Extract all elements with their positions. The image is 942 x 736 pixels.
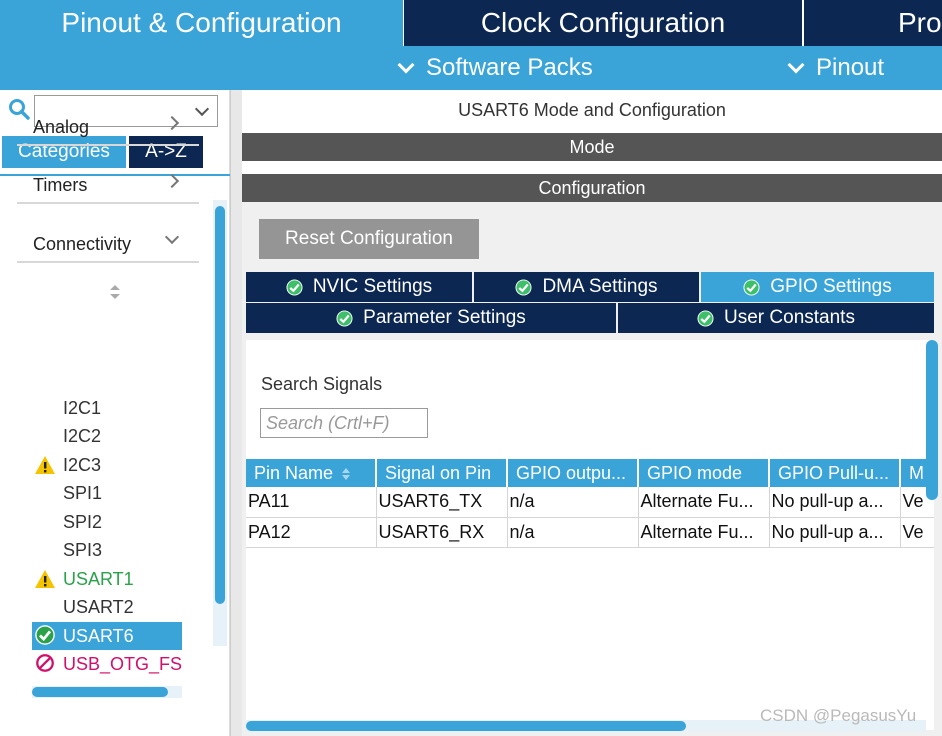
- tab-label: Parameter Settings: [363, 307, 526, 328]
- gpio-table: Pin Name Signal on Pin GPIO outpu... GPI…: [246, 459, 934, 548]
- table-cell: n/a: [507, 517, 639, 548]
- peripheral-label: USB_OTG_FS: [63, 654, 183, 674]
- peripheral-i2c1[interactable]: I2C1: [32, 394, 182, 422]
- tab-project-manager[interactable]: Pro: [804, 0, 942, 46]
- tab-parameter-settings[interactable]: Parameter Settings: [246, 303, 616, 333]
- tab-gpio-settings[interactable]: GPIO Settings: [701, 272, 934, 302]
- pinout-menu-label: Pinout: [816, 54, 885, 81]
- tab-label: GPIO Settings: [770, 276, 892, 297]
- check-circle-icon: [515, 278, 532, 296]
- software-packs-menu[interactable]: Software Packs: [397, 46, 593, 90]
- peripheral-usart6[interactable]: USART6: [32, 622, 182, 650]
- peripheral-spi1[interactable]: SPI1: [32, 479, 182, 507]
- top-tab-bar: Pinout & Configuration Clock Configurati…: [0, 0, 942, 46]
- peripheral-usart1[interactable]: USART1: [32, 565, 182, 593]
- peripheral-label: SPI3: [63, 540, 103, 560]
- peripheral-usart2[interactable]: USART2: [32, 593, 182, 621]
- tab-clock-configuration[interactable]: Clock Configuration: [404, 0, 802, 46]
- panel-splitter[interactable]: [230, 90, 242, 736]
- column-header-label: Pin Name: [254, 462, 334, 483]
- category-connectivity[interactable]: Connectivity: [17, 223, 199, 263]
- right-vertical-scroll-thumb[interactable]: [926, 340, 938, 500]
- category-label: Analog: [33, 117, 90, 137]
- signal-search-input[interactable]: Search (Crtl+F): [260, 408, 428, 438]
- chevron-right-icon: [164, 115, 180, 131]
- tab-pinout-configuration[interactable]: Pinout & Configuration: [0, 0, 403, 46]
- gpio-settings-content: Search Signals Search (Crtl+F) Pin Name …: [246, 340, 934, 730]
- category-analog[interactable]: Analog: [17, 106, 199, 146]
- peripheral-spi3[interactable]: SPI3: [32, 536, 182, 564]
- sub-menu-bar: Software Packs Pinout: [0, 46, 942, 90]
- chevron-down-icon: [397, 56, 415, 74]
- chevron-right-icon: [164, 173, 180, 189]
- right-horizontal-scroll-thumb[interactable]: [246, 721, 686, 731]
- peripheral-label: USART2: [63, 597, 134, 617]
- peripheral-label: USART6: [63, 626, 134, 646]
- table-header-row: Pin Name Signal on Pin GPIO outpu... GPI…: [246, 459, 934, 487]
- table-row[interactable]: PA12 USART6_RX n/a Alternate Fu... No pu…: [246, 517, 934, 548]
- peripheral-label: I2C3: [63, 455, 102, 475]
- tab-label: NVIC Settings: [312, 276, 433, 297]
- tab-label: DMA Settings: [542, 276, 658, 297]
- check-circle-icon: [743, 278, 760, 296]
- check-circle-icon: [35, 625, 55, 645]
- configuration-section-header[interactable]: Configuration: [242, 174, 942, 202]
- peripheral-label: USART1: [63, 569, 134, 589]
- mode-section-header[interactable]: Mode: [242, 133, 942, 161]
- tab-label: User Constants: [724, 307, 855, 328]
- watermark: CSDN @PegasusYu: [760, 706, 917, 725]
- tab-nvic-settings[interactable]: NVIC Settings: [246, 272, 472, 302]
- category-label: Timers: [33, 175, 88, 195]
- check-circle-icon: [697, 309, 714, 327]
- peripheral-i2c3[interactable]: I2C3: [32, 451, 182, 479]
- table-cell: No pull-up a...: [769, 517, 901, 548]
- column-header-gpio-output[interactable]: GPIO outpu...: [507, 459, 639, 487]
- table-row[interactable]: PA11 USART6_TX n/a Alternate Fu... No pu…: [246, 487, 934, 518]
- table-cell: Alternate Fu...: [638, 517, 770, 548]
- tab-dma-settings[interactable]: DMA Settings: [474, 272, 699, 302]
- peripheral-i2c2[interactable]: I2C2: [32, 422, 182, 450]
- table-cell: PA11: [246, 487, 377, 518]
- left-horizontal-scroll-thumb[interactable]: [32, 687, 168, 697]
- tab-user-constants[interactable]: User Constants: [618, 303, 934, 333]
- table-cell: PA12: [246, 517, 377, 548]
- column-header-gpio-pull[interactable]: GPIO Pull-u...: [769, 459, 901, 487]
- panel-title: USART6 Mode and Configuration: [458, 100, 726, 120]
- peripheral-label: SPI2: [63, 512, 103, 532]
- reset-configuration-button[interactable]: Reset Configuration: [259, 219, 479, 259]
- category-label: Connectivity: [33, 234, 132, 254]
- configuration-body: Reset Configuration NVIC Settings DMA Se…: [242, 202, 942, 736]
- peripheral-label: I2C1: [63, 398, 102, 418]
- sort-icon: [342, 467, 351, 480]
- column-header-pin-name[interactable]: Pin Name: [246, 459, 377, 487]
- search-signals-label: Search Signals: [261, 374, 383, 394]
- configuration-panel: USART6 Mode and Configuration Mode Confi…: [242, 90, 942, 736]
- table-cell: Ve: [900, 517, 934, 548]
- table-cell: Alternate Fu...: [638, 487, 770, 518]
- table-cell: USART6_RX: [376, 517, 508, 548]
- table-cell: n/a: [507, 487, 639, 518]
- chevron-down-icon: [787, 56, 805, 74]
- pinout-menu[interactable]: Pinout: [787, 46, 885, 90]
- category-timers[interactable]: Timers: [17, 164, 199, 204]
- sort-icon[interactable]: [108, 284, 122, 300]
- peripheral-label: I2C2: [63, 426, 102, 446]
- warning-icon: [35, 456, 55, 474]
- column-header-signal[interactable]: Signal on Pin: [376, 459, 508, 487]
- peripheral-label: SPI1: [63, 483, 103, 503]
- table-cell: USART6_TX: [376, 487, 508, 518]
- check-circle-icon: [286, 278, 303, 296]
- column-header-gpio-mode[interactable]: GPIO mode: [638, 459, 770, 487]
- check-circle-icon: [336, 309, 353, 327]
- disabled-icon: [36, 654, 54, 672]
- software-packs-label: Software Packs: [426, 54, 593, 81]
- table-cell: No pull-up a...: [769, 487, 901, 518]
- left-vertical-scroll-thumb[interactable]: [215, 206, 225, 604]
- warning-icon: [35, 570, 55, 588]
- peripheral-usb-otg-fs[interactable]: USB_OTG_FS: [32, 650, 182, 678]
- peripheral-spi2[interactable]: SPI2: [32, 508, 182, 536]
- chevron-down-icon: [164, 229, 180, 245]
